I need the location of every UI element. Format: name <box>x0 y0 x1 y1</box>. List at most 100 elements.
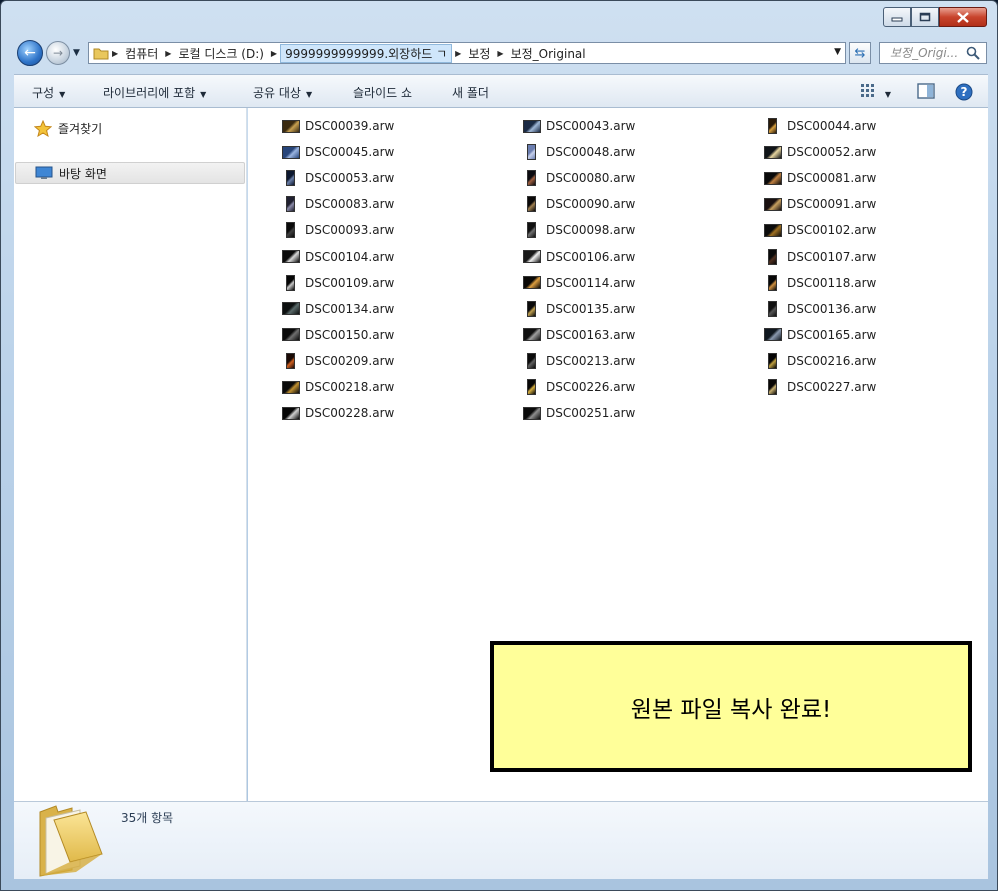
image-thumbnail-icon <box>282 145 300 159</box>
breadcrumb-computer[interactable]: 컴퓨터 <box>121 45 162 62</box>
new-folder-button[interactable]: 새 폴더 <box>452 84 489 101</box>
file-item[interactable]: DSC00114.arw <box>523 273 635 293</box>
file-name: DSC00136.arw <box>787 301 877 316</box>
image-thumbnail-icon <box>527 300 536 317</box>
file-item[interactable]: DSC00104.arw <box>282 247 394 267</box>
breadcrumb-bojeong-original[interactable]: 보정_Original <box>507 45 590 62</box>
file-item[interactable]: DSC00134.arw <box>282 299 394 319</box>
search-icon <box>966 46 980 60</box>
image-thumbnail-icon <box>523 328 541 342</box>
file-item[interactable]: DSC00048.arw <box>523 142 635 162</box>
file-item[interactable]: DSC00213.arw <box>523 351 635 371</box>
share-with-label: 공유 대상 <box>253 86 301 100</box>
forward-button[interactable]: → <box>46 41 70 65</box>
breadcrumb-external-drive[interactable]: 9999999999999.외장하드 ㄱ <box>280 43 453 63</box>
slideshow-label: 슬라이드 쇼 <box>353 86 413 100</box>
file-item[interactable]: DSC00216.arw <box>764 351 876 371</box>
breadcrumb-chevron-icon: ▶ <box>270 48 278 58</box>
image-thumbnail-icon <box>527 170 536 187</box>
file-name: DSC00039.arw <box>305 119 395 133</box>
file-item[interactable]: DSC00209.arw <box>282 351 394 371</box>
preview-pane-icon <box>917 83 935 99</box>
file-item[interactable]: DSC00053.arw <box>282 168 394 188</box>
file-item[interactable]: DSC00090.arw <box>523 194 635 214</box>
refresh-button[interactable]: ⇆ <box>849 42 871 64</box>
include-in-library-button[interactable]: 라이브러리에 포함 ▼ <box>103 84 206 101</box>
file-item[interactable]: DSC00109.arw <box>282 273 394 293</box>
file-item[interactable]: DSC00150.arw <box>282 325 394 345</box>
file-item[interactable]: DSC00102.arw <box>764 220 876 240</box>
image-thumbnail-icon <box>527 222 536 239</box>
file-item[interactable]: DSC00227.arw <box>764 377 876 397</box>
sidebar-item-desktop[interactable]: 바탕 화면 <box>15 162 245 184</box>
chevron-down-icon: ▼ <box>200 90 207 99</box>
file-name: DSC00150.arw <box>305 327 395 342</box>
folder-icon <box>93 46 109 60</box>
file-item[interactable]: DSC00039.arw <box>282 116 394 136</box>
file-name: DSC00109.arw <box>305 275 395 290</box>
breadcrumb-chevron-icon: ▶ <box>497 48 504 58</box>
file-item[interactable]: DSC00083.arw <box>282 194 394 214</box>
image-thumbnail-icon <box>527 379 536 395</box>
preview-pane-button[interactable] <box>917 83 935 102</box>
maximize-button[interactable] <box>911 7 939 27</box>
title-bar <box>1 1 997 35</box>
image-thumbnail-icon <box>764 197 782 211</box>
file-item[interactable]: DSC00251.arw <box>523 403 635 423</box>
search-input[interactable] <box>890 46 962 60</box>
file-item[interactable]: DSC00093.arw <box>282 220 394 240</box>
minimize-button[interactable] <box>883 7 911 27</box>
image-thumbnail-icon <box>768 300 777 317</box>
address-bar[interactable]: ▶ 컴퓨터 ▶ 로컬 디스크 (D:) ▶ 9999999999999.외장하드… <box>88 42 846 64</box>
file-item[interactable]: DSC00045.arw <box>282 142 394 162</box>
image-thumbnail-icon <box>286 196 295 213</box>
help-button[interactable]: ? <box>955 83 973 104</box>
file-item[interactable]: DSC00098.arw <box>523 220 635 240</box>
image-thumbnail-icon <box>764 145 782 159</box>
file-item[interactable]: DSC00135.arw <box>523 299 635 319</box>
slideshow-button[interactable]: 슬라이드 쇼 <box>353 84 412 101</box>
file-name: DSC00048.arw <box>546 145 636 160</box>
maximize-icon <box>919 12 931 22</box>
file-item[interactable]: DSC00107.arw <box>764 247 876 267</box>
breadcrumb-bojeong[interactable]: 보정 <box>464 45 494 62</box>
sidebar-item-favorites[interactable]: 즐겨찾기 <box>34 120 102 137</box>
file-item[interactable]: DSC00163.arw <box>523 325 635 345</box>
file-name: DSC00043.arw <box>546 119 636 133</box>
recent-pages-dropdown[interactable]: ▼ <box>73 48 80 58</box>
file-item[interactable]: DSC00052.arw <box>764 142 876 162</box>
file-item[interactable]: DSC00081.arw <box>764 168 876 188</box>
chevron-down-icon: ▼ <box>884 90 891 99</box>
file-item[interactable]: DSC00043.arw <box>523 116 635 136</box>
file-name: DSC00226.arw <box>546 380 636 394</box>
file-item[interactable]: DSC00226.arw <box>523 377 635 397</box>
breadcrumb-local-disk[interactable]: 로컬 디스크 (D:) <box>174 45 267 62</box>
address-dropdown-icon[interactable]: ▼ <box>834 47 841 57</box>
notification-message: 원본 파일 복사 완료! <box>630 696 832 723</box>
image-thumbnail-icon <box>768 274 777 291</box>
chevron-down-icon: ▼ <box>305 90 313 99</box>
file-item[interactable]: DSC00165.arw <box>764 325 876 345</box>
view-options-button[interactable]: ▼ <box>860 83 891 100</box>
file-item[interactable]: DSC00106.arw <box>523 247 635 267</box>
organize-button[interactable]: 구성 ▼ <box>32 84 65 101</box>
file-item[interactable]: DSC00091.arw <box>764 194 876 214</box>
back-button[interactable]: ← <box>17 40 43 66</box>
search-box[interactable] <box>879 42 987 64</box>
breadcrumb-chevron-icon: ▶ <box>165 48 172 58</box>
file-item[interactable]: DSC00136.arw <box>764 299 876 319</box>
file-name: DSC00044.arw <box>787 119 877 133</box>
file-item[interactable]: DSC00118.arw <box>764 273 876 293</box>
file-item[interactable]: DSC00218.arw <box>282 377 394 397</box>
file-item[interactable]: DSC00228.arw <box>282 403 394 423</box>
file-name: DSC00213.arw <box>546 353 636 368</box>
share-with-button[interactable]: 공유 대상 ▼ <box>253 84 312 101</box>
file-name: DSC00102.arw <box>787 223 877 238</box>
view-grid-icon <box>861 84 874 97</box>
file-item[interactable]: DSC00080.arw <box>523 168 635 188</box>
close-button[interactable] <box>939 7 987 27</box>
chevron-down-icon: ▼ <box>59 90 66 99</box>
file-item[interactable]: DSC00044.arw <box>764 116 876 136</box>
image-thumbnail-icon <box>764 171 782 185</box>
file-name: DSC00228.arw <box>305 406 395 421</box>
